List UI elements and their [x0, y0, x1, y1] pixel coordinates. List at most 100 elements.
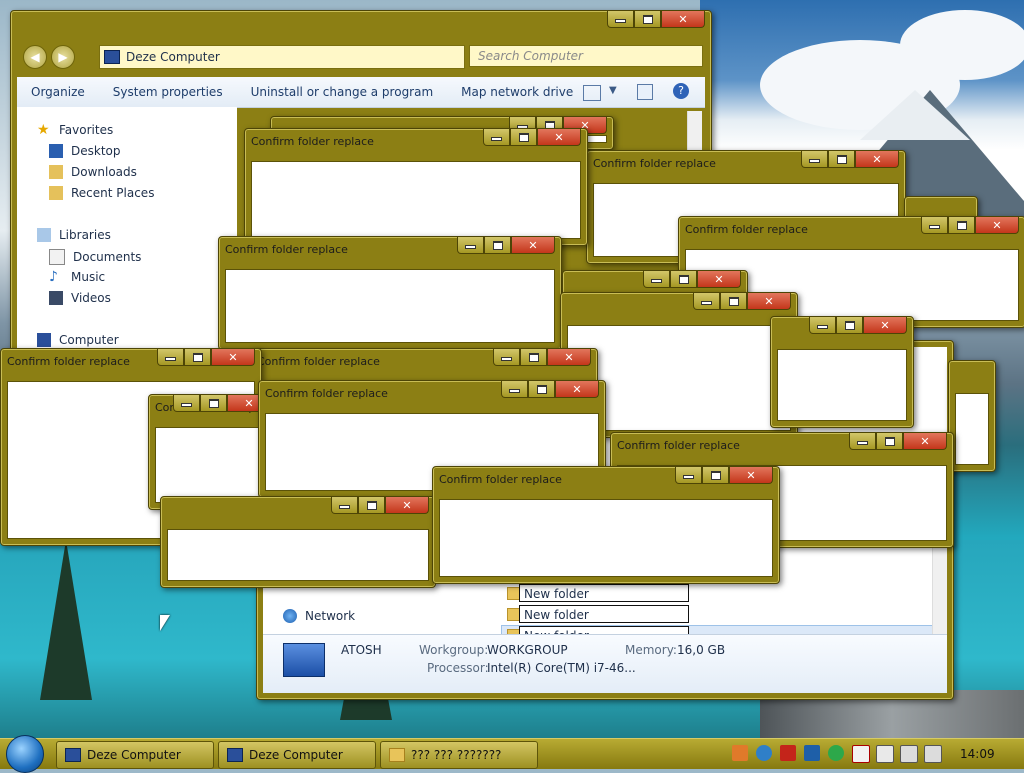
- close-button[interactable]: ✕: [537, 129, 581, 146]
- nav-documents[interactable]: Documents: [49, 249, 141, 265]
- confirm-folder-replace-dialog[interactable]: Confirm folder replace ✕: [218, 236, 562, 350]
- tray-volume-icon[interactable]: [924, 745, 942, 763]
- minimize-button[interactable]: [809, 317, 836, 334]
- minimize-button[interactable]: [849, 433, 876, 450]
- start-button[interactable]: [6, 735, 44, 773]
- tray-check-icon[interactable]: [828, 745, 844, 761]
- tray-outlook-icon[interactable]: [804, 745, 820, 761]
- close-button[interactable]: ✕: [555, 381, 599, 398]
- tray-app-icon[interactable]: [732, 745, 748, 761]
- nav-music[interactable]: ♪ Music: [49, 270, 105, 284]
- uninstall-program-button[interactable]: Uninstall or change a program: [251, 85, 434, 99]
- nav-libraries[interactable]: Libraries: [37, 228, 111, 242]
- close-button[interactable]: ✕: [863, 317, 907, 334]
- tray-flag-icon[interactable]: [852, 745, 870, 763]
- computer-icon: [104, 50, 120, 64]
- nav-downloads[interactable]: Downloads: [49, 165, 137, 179]
- minimize-button[interactable]: [501, 381, 528, 398]
- scrollbar[interactable]: [932, 547, 947, 635]
- tray-device-icon[interactable]: [876, 745, 894, 763]
- system-properties-button[interactable]: System properties: [113, 85, 223, 99]
- minimize-button[interactable]: [675, 467, 702, 484]
- address-bar[interactable]: Deze Computer: [99, 45, 465, 69]
- maximize-icon: [192, 352, 203, 362]
- nav-network[interactable]: Network: [283, 609, 355, 623]
- maximize-button[interactable]: [358, 497, 385, 514]
- close-button[interactable]: ✕: [975, 217, 1019, 234]
- close-button[interactable]: ✕: [661, 11, 705, 28]
- minimize-button[interactable]: [801, 151, 828, 168]
- close-button[interactable]: ✕: [747, 293, 791, 310]
- maximize-button[interactable]: [828, 151, 855, 168]
- maximize-button[interactable]: [670, 271, 697, 288]
- map-network-drive-button[interactable]: Map network drive: [461, 85, 573, 99]
- minimize-button[interactable]: [493, 349, 520, 366]
- maximize-button[interactable]: [702, 467, 729, 484]
- close-button[interactable]: ✕: [511, 237, 555, 254]
- close-button[interactable]: ✕: [385, 497, 429, 514]
- maximize-button[interactable]: [836, 317, 863, 334]
- nav-recent-places[interactable]: Recent Places: [49, 186, 154, 200]
- close-button[interactable]: ✕: [211, 349, 255, 366]
- folder-icon: [389, 748, 405, 762]
- maximize-button[interactable]: [184, 349, 211, 366]
- confirm-folder-replace-dialog[interactable]: Confirm folder replace ✕: [244, 128, 588, 246]
- confirm-folder-replace-dialog[interactable]: Confirm folder replace ✕: [432, 466, 780, 584]
- downloads-icon: [49, 165, 63, 179]
- folder-name-input[interactable]: New folder: [519, 605, 689, 623]
- back-button[interactable]: ◀: [23, 45, 47, 69]
- organize-button[interactable]: Organize: [31, 85, 85, 99]
- close-button[interactable]: ✕: [547, 349, 591, 366]
- close-button[interactable]: ✕: [697, 271, 741, 288]
- tray-network-icon[interactable]: [756, 745, 772, 761]
- minimize-button[interactable]: [457, 237, 484, 254]
- nav-desktop[interactable]: Desktop: [49, 144, 121, 158]
- maximize-button[interactable]: [510, 129, 537, 146]
- minimize-button[interactable]: [173, 395, 200, 412]
- minimize-button[interactable]: [483, 129, 510, 146]
- maximize-button[interactable]: [948, 217, 975, 234]
- dialog-title: Confirm folder replace: [7, 355, 130, 368]
- search-input[interactable]: Search Computer: [469, 45, 703, 67]
- close-button[interactable]: ✕: [855, 151, 899, 168]
- confirm-folder-replace-dialog[interactable]: [948, 360, 996, 472]
- minimize-button[interactable]: [157, 349, 184, 366]
- maximize-button[interactable]: [720, 293, 747, 310]
- maximize-button[interactable]: [528, 381, 555, 398]
- maximize-button[interactable]: [484, 237, 511, 254]
- taskbar-item-explorer-1[interactable]: Deze Computer: [56, 741, 214, 769]
- tray-pdf-icon[interactable]: [780, 745, 796, 761]
- close-button[interactable]: ✕: [729, 467, 773, 484]
- minimize-icon: [509, 389, 520, 393]
- nav-favorites[interactable]: ★ Favorites: [37, 123, 113, 137]
- confirm-folder-replace-dialog[interactable]: ✕: [160, 496, 436, 588]
- minimize-button[interactable]: [643, 271, 670, 288]
- minimize-button[interactable]: [921, 217, 948, 234]
- minimize-button[interactable]: [331, 497, 358, 514]
- maximize-button[interactable]: [876, 433, 903, 450]
- forward-arrow-icon: ▶: [58, 50, 68, 64]
- nav-computer[interactable]: Computer: [37, 333, 119, 347]
- tray-display-icon[interactable]: [900, 745, 918, 763]
- taskbar-item-explorer-2[interactable]: Deze Computer: [218, 741, 376, 769]
- chevron-down-icon[interactable]: ▼: [609, 85, 617, 96]
- forward-button[interactable]: ▶: [51, 45, 75, 69]
- folder-name-input[interactable]: New folder: [519, 584, 689, 602]
- minimize-button[interactable]: [693, 293, 720, 310]
- maximize-button[interactable]: [200, 395, 227, 412]
- clock[interactable]: 14:09: [960, 747, 995, 761]
- maximize-button[interactable]: [634, 11, 661, 28]
- taskbar-item-dialog[interactable]: ??? ??? ???????: [380, 741, 538, 769]
- minimize-icon: [651, 279, 662, 283]
- help-icon[interactable]: ?: [673, 83, 689, 99]
- view-options-icon[interactable]: [583, 85, 601, 101]
- close-button[interactable]: ✕: [903, 433, 947, 450]
- confirm-folder-replace-dialog[interactable]: ✕: [770, 316, 914, 428]
- computer-icon: [37, 333, 51, 347]
- nav-videos[interactable]: Videos: [49, 291, 111, 305]
- minimize-button[interactable]: [607, 11, 634, 28]
- network-icon: [283, 609, 297, 623]
- preview-pane-icon[interactable]: [637, 84, 653, 100]
- close-icon: ✕: [746, 468, 756, 482]
- maximize-button[interactable]: [520, 349, 547, 366]
